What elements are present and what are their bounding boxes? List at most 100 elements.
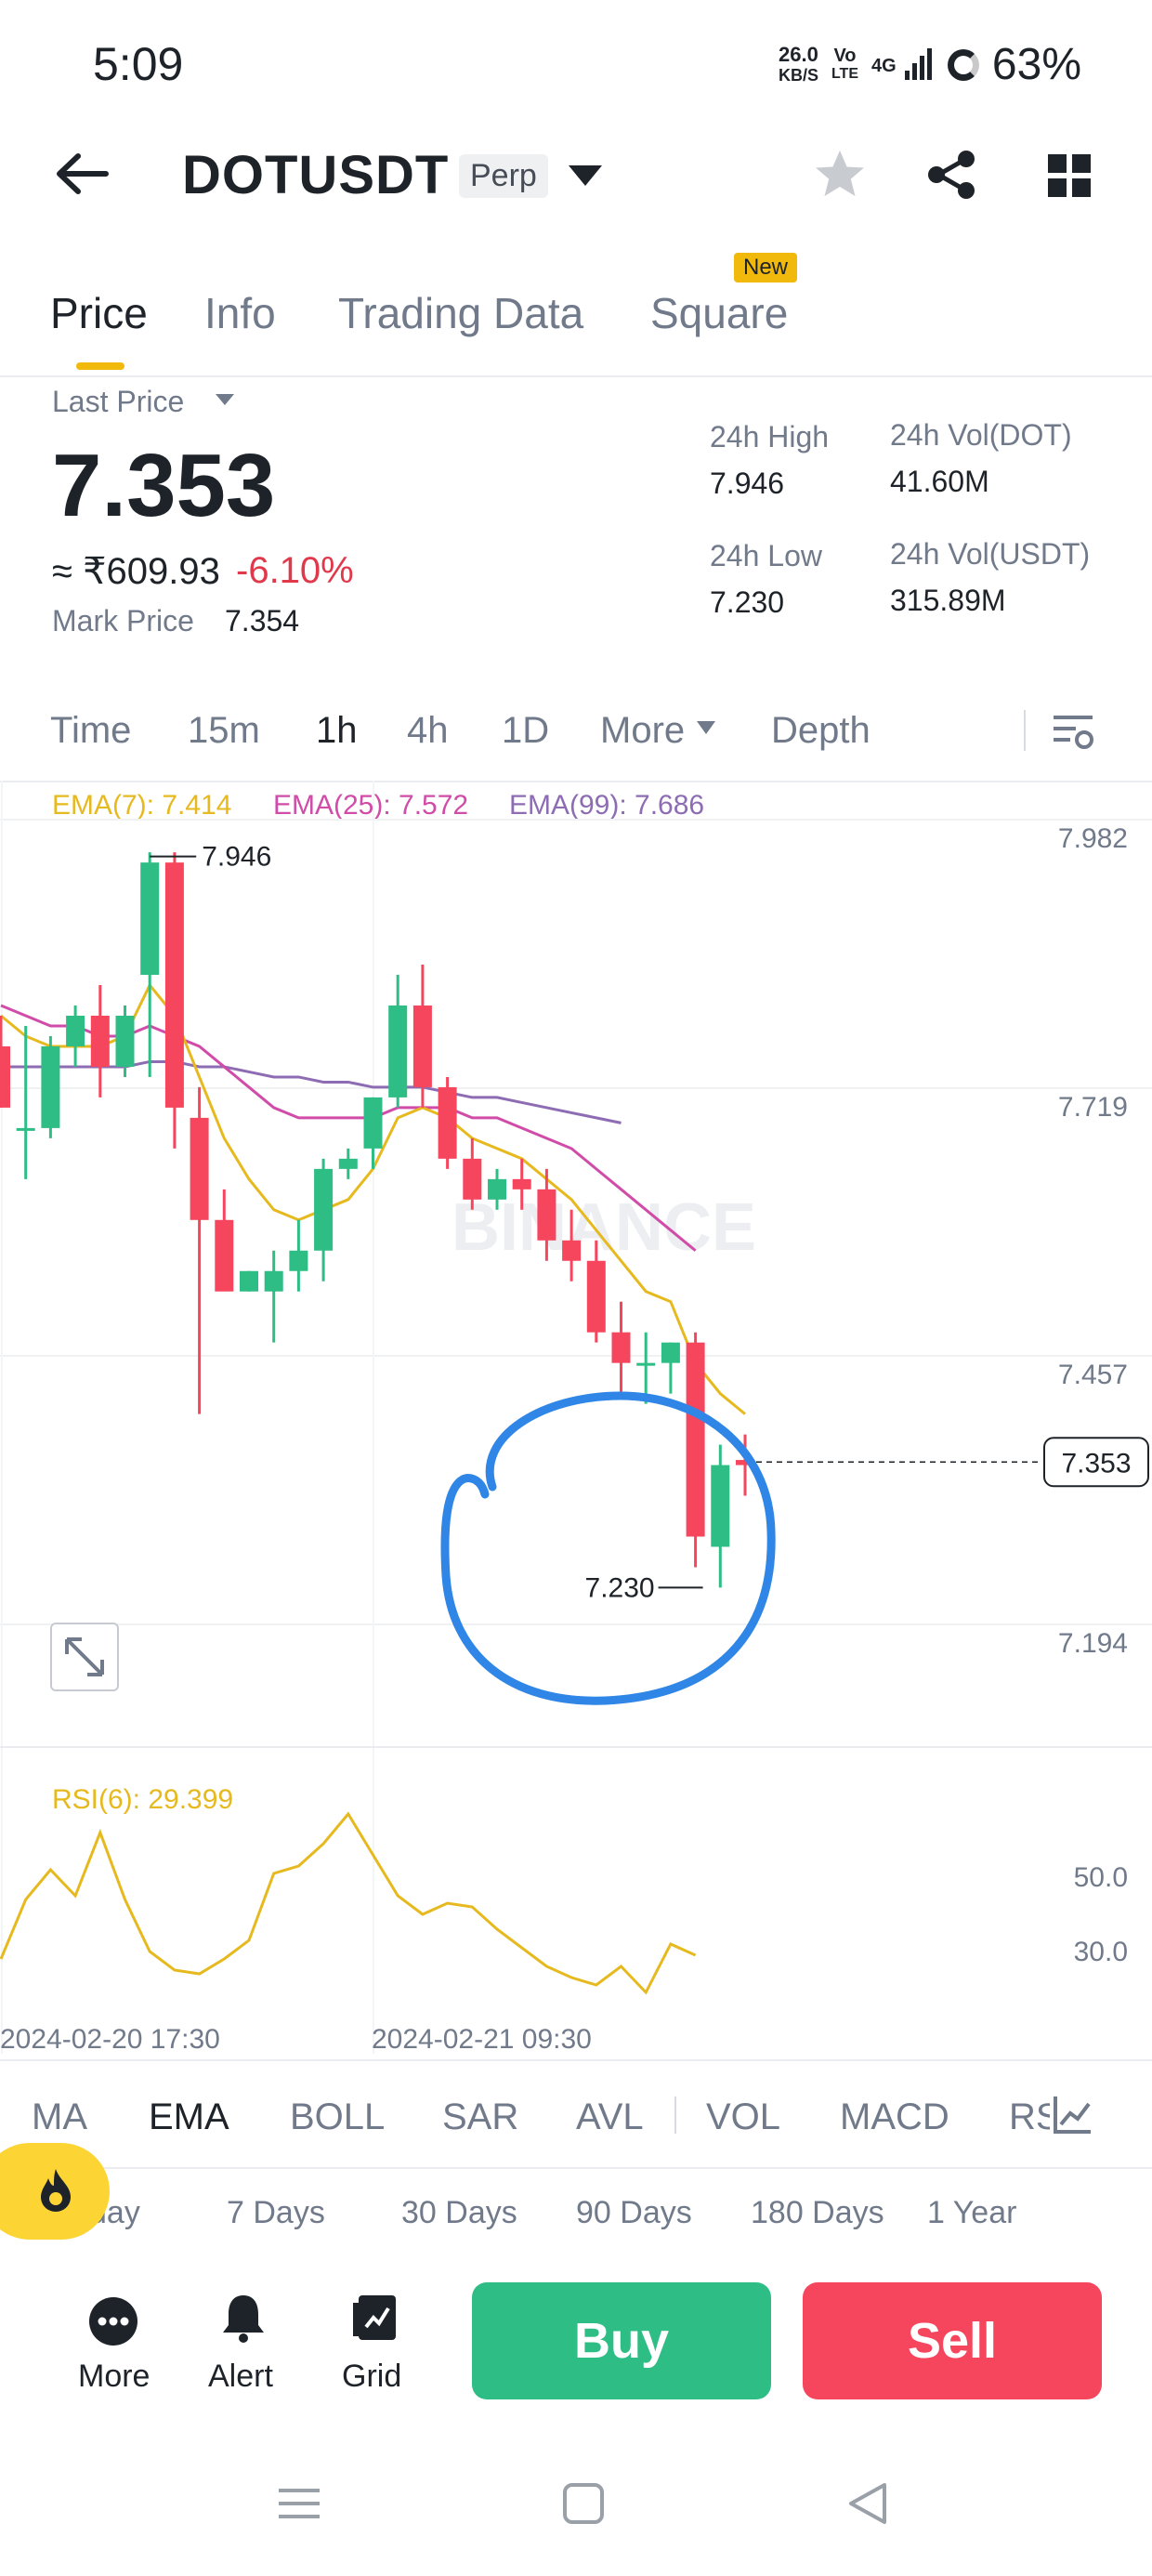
mark-price-label: Mark Price <box>52 604 194 637</box>
more-icon[interactable] <box>87 2295 139 2347</box>
vol-usdt-label: 24h Vol(USDT) <box>890 537 1091 571</box>
interval-time[interactable]: Time <box>50 710 131 752</box>
fire-icon <box>41 2169 71 2212</box>
tabs-divider <box>0 375 1152 377</box>
candle-body <box>661 1342 680 1363</box>
share-icon[interactable] <box>925 149 977 201</box>
tab-info[interactable]: Info <box>204 288 276 338</box>
x-tick-label: 2024-02-21 09:30 <box>372 2024 592 2054</box>
signal-icon: 4G <box>871 47 935 82</box>
period-1-year[interactable]: 1 Year <box>927 2195 1016 2231</box>
last-price-value: 7.353 <box>52 436 276 535</box>
x-axis-ticks: 2024-02-20 17:30 2024-02-21 09:30 <box>0 2024 592 2054</box>
expand-icon <box>65 1637 104 1676</box>
candle-body <box>338 1158 358 1169</box>
period-top-divider <box>0 2167 1152 2169</box>
high-24h-label: 24h High <box>710 420 830 453</box>
candle-body <box>562 1240 582 1261</box>
chart-settings-icon[interactable] <box>1050 708 1096 755</box>
interval-more[interactable]: More <box>600 710 685 752</box>
status-icons: 26.0 KB/S Vo LTE 4G 63% <box>779 39 1081 90</box>
net-speed-unit: KB/S <box>778 65 818 85</box>
candle-body <box>463 1158 482 1200</box>
candle-body <box>412 1005 432 1087</box>
candle-body <box>264 1270 283 1292</box>
y-tick-label: 7.457 <box>1058 1360 1128 1390</box>
indicator-tab-avl[interactable]: AVL <box>576 2096 644 2138</box>
grid-bot-icon[interactable] <box>349 2292 401 2344</box>
indicator-tab-ma[interactable]: MA <box>32 2096 87 2138</box>
tab-square[interactable]: Square <box>650 288 788 338</box>
mark-price-value: 7.354 <box>225 604 300 637</box>
low-marker-label: 7.230 <box>585 1572 655 1603</box>
period-30-days[interactable]: 30 Days <box>401 2195 517 2231</box>
candle-body <box>66 1016 85 1046</box>
bell-icon[interactable] <box>217 2292 269 2344</box>
candle-body <box>636 1362 656 1366</box>
last-price-dropdown-icon[interactable] <box>216 394 234 405</box>
more-label[interactable]: More <box>78 2359 150 2395</box>
sell-button[interactable]: Sell <box>803 2282 1102 2399</box>
vol-dot-label: 24h Vol(DOT) <box>890 418 1072 452</box>
period-90-days[interactable]: 90 Days <box>576 2195 692 2231</box>
grid-label[interactable]: Grid <box>342 2359 401 2395</box>
symbol-title[interactable]: DOTUSDT <box>182 144 449 206</box>
period-180-days[interactable]: 180 Days <box>751 2195 884 2231</box>
candle-body <box>90 1016 110 1067</box>
menu-nav-icon[interactable] <box>273 2477 325 2530</box>
inr-price: ≈ ₹609.93 <box>52 551 220 592</box>
home-nav-icon[interactable] <box>557 2477 609 2530</box>
volte-top: Vo <box>833 45 857 66</box>
high-marker-label: 7.946 <box>202 842 271 873</box>
interval-4h[interactable]: 4h <box>407 710 449 752</box>
buy-button[interactable]: Buy <box>472 2282 771 2399</box>
indicator-tab-boll[interactable]: BOLL <box>290 2096 385 2138</box>
back-arrow-icon[interactable] <box>54 151 110 197</box>
interval-depth[interactable]: Depth <box>771 710 871 752</box>
indicator-tab-ema[interactable]: EMA <box>149 2096 229 2138</box>
signal-bars-icon <box>904 47 932 80</box>
symbol-dropdown-icon[interactable] <box>569 165 602 186</box>
y-tick-label: 7.719 <box>1058 1092 1128 1123</box>
tab-trading-data[interactable]: Trading Data <box>338 288 583 338</box>
x-tick-label: 2024-02-20 17:30 <box>0 2024 220 2054</box>
interval-1h[interactable]: 1h <box>316 710 358 752</box>
volte-icon: Vo LTE <box>831 46 858 84</box>
interval-15m[interactable]: 15m <box>188 710 260 752</box>
candle-body <box>711 1465 730 1547</box>
indicator-tab-vol[interactable]: VOL <box>706 2096 780 2138</box>
indicator-settings-icon[interactable] <box>1050 2093 1094 2137</box>
ema99-line <box>1 1059 622 1124</box>
indicator-tab-macd[interactable]: MACD <box>840 2096 949 2138</box>
current-price-label: 7.353 <box>1061 1448 1131 1479</box>
indicator-tab-sar[interactable]: SAR <box>442 2096 518 2138</box>
interval-1d[interactable]: 1D <box>502 710 549 752</box>
annotation-circle <box>440 1391 776 1705</box>
tab-price[interactable]: Price <box>50 288 148 338</box>
more-dropdown-icon[interactable] <box>697 721 715 734</box>
candle-body <box>438 1086 457 1159</box>
y-axis-ticks: 7.982 7.719 7.457 7.194 <box>1058 823 1128 1659</box>
fullscreen-button[interactable] <box>50 1623 119 1691</box>
alert-label[interactable]: Alert <box>208 2359 273 2395</box>
candle-body <box>240 1270 258 1292</box>
price-chart[interactable]: BINANCE 7.9827.7197.4577.194 7.9467.2307… <box>0 781 1152 2054</box>
rsi-tick-label: 30.0 <box>1074 1937 1128 1967</box>
perp-badge: Perp <box>459 154 548 198</box>
volte-bottom: LTE <box>831 65 858 82</box>
net-speed-value: 26.0 <box>779 42 818 66</box>
favorite-star-icon[interactable] <box>812 147 868 203</box>
status-time: 5:09 <box>93 38 184 90</box>
candle-body <box>41 1045 60 1128</box>
last-price-label[interactable]: Last Price <box>52 385 184 419</box>
candle-body <box>289 1250 308 1271</box>
period-7-days[interactable]: 7 Days <box>227 2195 325 2231</box>
candle-body <box>611 1332 631 1363</box>
y-tick-label: 7.982 <box>1058 823 1128 854</box>
active-tab-indicator <box>76 362 124 370</box>
back-nav-icon[interactable] <box>842 2477 894 2530</box>
candle-body <box>363 1097 383 1149</box>
layout-grid-icon[interactable] <box>1046 152 1093 199</box>
candle-body <box>586 1260 606 1333</box>
rsi-tick-label: 50.0 <box>1074 1862 1128 1893</box>
